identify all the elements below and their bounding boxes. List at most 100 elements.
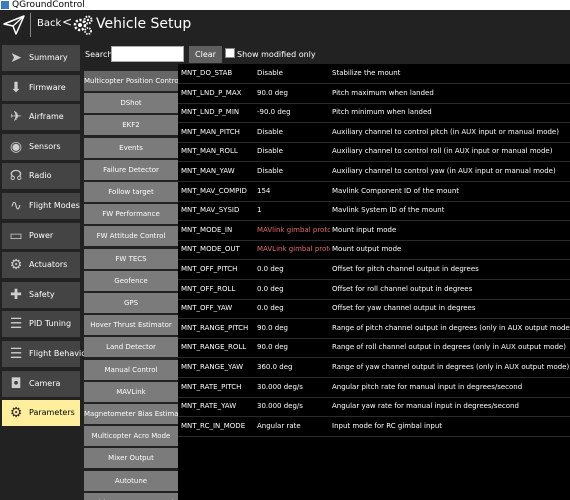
- parameter-name: MNT_MAV_COMPID: [181, 186, 247, 195]
- parameter-group-button[interactable]: Multicopter Rate Control: [84, 492, 178, 500]
- parameter-row[interactable]: MNT_LND_P_MAX 90.0 deg Pitch maximum when …: [178, 84, 570, 104]
- parameter-group-button[interactable]: MAVLink: [84, 381, 178, 402]
- sidebar-item-label: Actuators: [29, 260, 68, 270]
- parameter-value[interactable]: 30.000 deg/s: [257, 383, 330, 391]
- parameter-group-button[interactable]: Magnetometer Bias Estimator: [84, 404, 178, 424]
- parameter-value[interactable]: 90.0 deg: [257, 89, 330, 97]
- window-title: QGroundControl: [12, 0, 85, 10]
- parameter-row[interactable]: MNT_RANGE_ROLL 90.0 deg Range of roll chan…: [178, 338, 570, 359]
- parameter-description: Range of yaw channel output in degrees (…: [332, 363, 570, 371]
- parameter-group-button[interactable]: Hover Thrust Estimator: [84, 315, 178, 336]
- sidebar-item-safety[interactable]: ✚ Safety: [2, 281, 80, 308]
- clear-button[interactable]: Clear: [189, 46, 222, 63]
- parameter-group-button[interactable]: Multicopter Acro Mode: [84, 426, 178, 447]
- parameter-row[interactable]: MNT_RATE_YAW 30.000 deg/s Angular yaw rate…: [178, 397, 570, 418]
- parameter-group-button[interactable]: DShot: [84, 93, 178, 114]
- gears-icon: ⚙: [9, 405, 23, 422]
- parameter-group-button[interactable]: Follow target: [84, 182, 178, 202]
- parameter-description: Mount output mode: [332, 245, 402, 254]
- parameter-description: Pitch maximum when landed: [332, 88, 434, 97]
- sidebar-item-label: Parameters: [29, 408, 75, 418]
- parameter-group-button[interactable]: Geofence: [84, 270, 178, 291]
- parameter-group-button[interactable]: FW Performance: [84, 204, 178, 225]
- parameter-value[interactable]: MAVlink gimbal protocol v2: [257, 226, 330, 234]
- parameter-group-button[interactable]: EKF2: [84, 115, 178, 136]
- parameter-row[interactable]: MNT_MAN_YAW Disable Auxiliary channel to c…: [178, 162, 570, 182]
- parameter-row[interactable]: MNT_DO_STAB Disable Stabilize the mount: [178, 64, 570, 84]
- sliders-icon: ☰: [9, 346, 23, 362]
- parameter-row[interactable]: MNT_RC_IN_MODE Angular rate Input mode for…: [178, 417, 570, 437]
- parameter-group-button[interactable]: Mixer Output: [84, 448, 178, 469]
- parameter-row[interactable]: MNT_MAN_ROLL Disable Auxiliary channel to …: [178, 142, 570, 163]
- parameter-name: MNT_OFF_PITCH: [181, 265, 238, 273]
- parameter-row[interactable]: MNT_MODE_IN MAVlink gimbal protocol v2Mou…: [178, 221, 570, 241]
- sidebar-item-radio[interactable]: ☊ Radio: [2, 163, 80, 190]
- sidebar-item-airframe[interactable]: ✈ Airframe: [2, 104, 80, 131]
- parameter-value[interactable]: 154: [257, 187, 330, 195]
- parameter-value[interactable]: 0.0 deg: [257, 285, 330, 293]
- parameter-group-button[interactable]: GPS: [84, 293, 178, 313]
- sidebar-item-sensors[interactable]: ◉ Sensors: [2, 133, 80, 160]
- parameter-row[interactable]: MNT_LND_P_MIN -90.0 deg Pitch minimum when…: [178, 103, 570, 124]
- parameter-group-button[interactable]: FW Attitude Control: [84, 226, 178, 247]
- parameter-row[interactable]: MNT_MODE_OUT MAVLink gimbal protocol v2Mo…: [178, 240, 570, 261]
- parameter-row[interactable]: MNT_RANGE_YAW 360.0 deg Range of yaw chann…: [178, 358, 570, 378]
- back-button[interactable]: Back: [37, 18, 61, 29]
- parameter-group-button[interactable]: Failure Detector: [84, 159, 178, 180]
- parameter-group-button[interactable]: Land Detector: [84, 337, 178, 358]
- sidebar-item-flight-behavior[interactable]: ☰ Flight Behavior: [2, 341, 89, 367]
- parameter-group-button[interactable]: Manual Control: [84, 359, 178, 380]
- parameter-value[interactable]: 0.0 deg: [257, 304, 330, 312]
- parameter-name: MNT_MAN_YAW: [181, 167, 235, 175]
- parameter-row[interactable]: MNT_MAN_PITCH Disable Auxiliary channel to…: [178, 123, 570, 143]
- parameter-name: MNT_RANGE_YAW: [181, 363, 244, 371]
- gears-icon: [73, 15, 93, 35]
- parameter-value[interactable]: MAVLink gimbal protocol v2: [257, 245, 330, 253]
- sidebar-item-firmware[interactable]: ⬇ Firmware: [2, 74, 80, 101]
- parameter-value[interactable]: -90.0 deg: [257, 108, 330, 116]
- paper-plane-icon: ➤: [10, 50, 22, 66]
- parameter-value[interactable]: 90.0 deg: [257, 343, 330, 351]
- parameter-name: MNT_MAV_SYSID: [181, 206, 240, 215]
- parameter-value[interactable]: 1: [257, 206, 330, 214]
- parameter-description: Mavlink Component ID of the mount: [332, 186, 460, 195]
- parameter-value[interactable]: 360.0 deg: [257, 363, 330, 371]
- parameter-description: Angular yaw rate for manual input in deg…: [332, 402, 519, 411]
- paper-plane-icon[interactable]: [3, 15, 25, 35]
- camera-icon: ◘: [10, 375, 22, 392]
- parameter-value[interactable]: Disable: [257, 167, 330, 175]
- parameter-value[interactable]: Disable: [257, 69, 330, 77]
- parameter-name: MNT_RANGE_PITCH: [181, 323, 249, 332]
- parameter-row[interactable]: MNT_MAV_COMPID 154 Mavlink Component ID of…: [178, 182, 570, 202]
- show-modified-checkbox[interactable]: [225, 48, 235, 58]
- parameter-row[interactable]: MNT_OFF_ROLL 0.0 deg Offset for roll chann…: [178, 280, 570, 300]
- sidebar-item-summary[interactable]: ➤ Summary: [2, 45, 80, 71]
- parameter-value[interactable]: Angular rate: [257, 422, 330, 430]
- sidebar-item-flight-modes[interactable]: ∿ Flight Modes: [2, 193, 80, 219]
- sidebar-item-actuators[interactable]: ⚙ Actuators: [2, 252, 80, 279]
- sidebar-item-label: Airframe: [29, 112, 64, 122]
- parameter-value[interactable]: 90.0 deg: [257, 324, 330, 332]
- parameter-value[interactable]: Disable: [257, 128, 330, 136]
- parameter-group-button[interactable]: Events: [84, 137, 178, 158]
- parameter-value[interactable]: Disable: [257, 147, 330, 155]
- parameter-row[interactable]: MNT_MAV_SYSID 1 Mavlink System ID of the m…: [178, 201, 570, 222]
- sidebar-item-power[interactable]: ▭ Power: [2, 222, 80, 249]
- back-arrow-icon[interactable]: <: [62, 15, 72, 29]
- sidebar-item-parameters[interactable]: ⚙ Parameters: [2, 400, 80, 427]
- parameter-row[interactable]: MNT_OFF_YAW 0.0 deg Offset for yaw channel…: [178, 299, 570, 320]
- parameter-name: MNT_RC_IN_MODE: [181, 421, 246, 430]
- parameter-group-button[interactable]: FW TECS: [84, 248, 178, 269]
- parameter-value[interactable]: 30.000 deg/s: [257, 402, 330, 410]
- parameter-row[interactable]: MNT_RANGE_PITCH 90.0 deg Range of pitch ch…: [178, 319, 570, 339]
- parameter-row[interactable]: MNT_RATE_PITCH 30.000 deg/s Angular pitch …: [178, 378, 570, 398]
- parameter-group-list[interactable]: Multicopter Position Control DShot EKF2 Eve…: [84, 64, 178, 500]
- search-input[interactable]: [111, 46, 184, 62]
- parameter-value[interactable]: 0.0 deg: [257, 265, 330, 273]
- sidebar-item-camera[interactable]: ◘ Camera: [2, 370, 80, 397]
- parameter-group-button[interactable]: Multicopter Position Control: [84, 71, 178, 91]
- parameter-group-button[interactable]: Autotune: [84, 470, 178, 491]
- sidebar-item-label: Safety: [29, 289, 55, 299]
- sidebar-item-pid-tuning[interactable]: ☰ PID Tuning: [2, 311, 80, 338]
- parameter-row[interactable]: MNT_OFF_PITCH 0.0 deg Offset for pitch cha…: [178, 260, 570, 280]
